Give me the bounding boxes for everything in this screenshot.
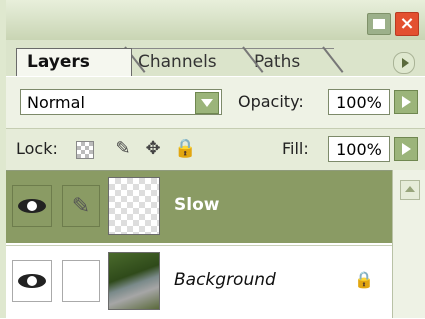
- lock-all-icon[interactable]: 🔒: [174, 138, 196, 160]
- tab-bar: Layers Channels Paths: [6, 40, 425, 76]
- fill-field[interactable]: 100%: [328, 136, 390, 162]
- blend-mode-value: Normal: [27, 93, 85, 112]
- layers-panel: × Layers Channels Paths Normal Opacity: …: [0, 0, 425, 319]
- scrollbar[interactable]: [392, 170, 425, 318]
- blend-row: Normal Opacity: 100%: [6, 76, 425, 129]
- eye-icon: [18, 199, 46, 213]
- layer-thumbnail: [108, 177, 160, 235]
- blend-mode-select[interactable]: Normal: [20, 89, 222, 115]
- fill-slider-button[interactable]: [394, 137, 418, 161]
- opacity-label: Opacity:: [238, 92, 304, 111]
- lock-row: Lock: ✎ ✥ 🔒 Fill: 100%: [6, 128, 425, 171]
- layer-thumbnail: [108, 252, 160, 310]
- opacity-slider-button[interactable]: [394, 90, 418, 114]
- chevron-down-icon[interactable]: [195, 92, 219, 114]
- layer-name[interactable]: Slow: [174, 193, 219, 217]
- layer-row-background[interactable]: Background 🔒: [6, 245, 392, 318]
- layer-name[interactable]: Background: [174, 268, 276, 292]
- lock-icon: 🔒: [354, 270, 374, 289]
- brush-icon[interactable]: ✎: [62, 185, 100, 227]
- visibility-toggle[interactable]: [12, 260, 52, 302]
- scroll-up-icon[interactable]: [400, 180, 420, 200]
- lock-transparency-icon[interactable]: [76, 141, 94, 159]
- close-button[interactable]: ×: [395, 12, 419, 36]
- opacity-field[interactable]: 100%: [328, 89, 390, 115]
- link-slot[interactable]: [62, 260, 100, 302]
- panel-titlebar: ×: [6, 0, 425, 41]
- fill-label: Fill:: [282, 139, 309, 158]
- visibility-toggle[interactable]: [12, 185, 52, 227]
- eye-icon: [18, 274, 46, 288]
- lock-label: Lock:: [16, 139, 58, 158]
- minimize-button[interactable]: [367, 13, 391, 35]
- layer-row-slow[interactable]: ✎ Slow: [6, 171, 392, 243]
- layers-list: ✎ Slow Background 🔒: [6, 170, 392, 319]
- tab-layers[interactable]: Layers: [16, 48, 132, 76]
- panel-menu-icon[interactable]: [393, 52, 415, 74]
- lock-brush-icon[interactable]: ✎: [112, 138, 134, 160]
- lock-move-icon[interactable]: ✥: [142, 138, 164, 160]
